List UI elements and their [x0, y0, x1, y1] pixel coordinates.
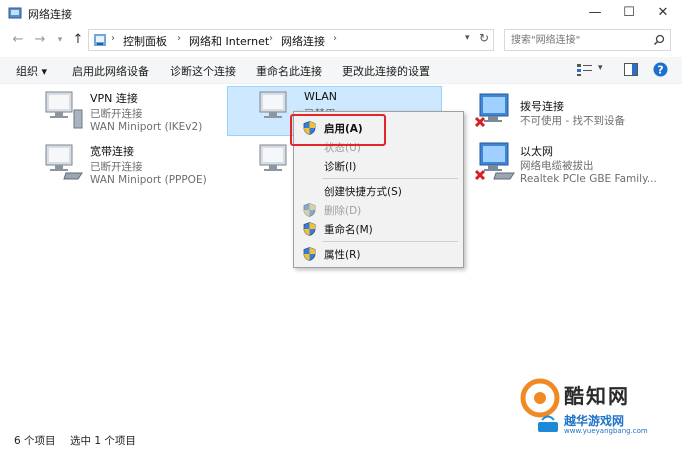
- menu-label: 创建快捷方式(S): [324, 186, 402, 198]
- forward-arrow-icon[interactable]: →: [32, 32, 48, 48]
- breadcrumb-separator: ›: [111, 33, 115, 44]
- uac-shield-icon: [303, 247, 316, 261]
- breadcrumb-control-panel[interactable]: 控制面板: [123, 33, 167, 49]
- view-dropdown-icon[interactable]: ▾: [598, 63, 603, 73]
- connection-status: 不可使用 - 找不到设备: [520, 115, 625, 127]
- title-bar: 网络连接 — ☐ ✕: [0, 0, 682, 26]
- command-bar: 组织 ▾ 启用此网络设备 诊断这个连接 重命名此连接 更改此连接的设置 ▾ ?: [0, 57, 682, 84]
- breadcrumb-network-internet[interactable]: 网络和 Internet: [189, 33, 269, 49]
- menu-item-create-shortcut[interactable]: 创建快捷方式(S): [294, 181, 463, 201]
- connection-item-hidden[interactable]: [258, 141, 294, 185]
- menu-item-properties[interactable]: 属性(R): [294, 244, 463, 264]
- connection-item-vpn[interactable]: VPN 连接 已断开连接 WAN Miniport (IKEv2): [44, 88, 254, 136]
- refresh-icon[interactable]: ↻: [479, 31, 489, 45]
- watermark-router-icon: [538, 415, 558, 432]
- watermark-brand: 酷知网: [564, 384, 630, 408]
- window-title: 网络连接: [28, 8, 72, 21]
- connection-item-broadband[interactable]: 宽带连接 已断开连接 WAN Miniport (PPPOE): [44, 141, 254, 189]
- breadcrumb-network-connections[interactable]: 网络连接: [281, 33, 325, 49]
- menu-label: 诊断(I): [324, 161, 357, 173]
- preview-pane-icon[interactable]: [624, 63, 638, 76]
- help-icon[interactable]: ?: [653, 62, 668, 77]
- address-dropdown-icon[interactable]: ▾: [465, 33, 470, 43]
- connection-item-dialup[interactable]: 拨号连接 不可使用 - 找不到设备: [474, 92, 682, 140]
- connection-item-ethernet[interactable]: 以太网 网络电缆被拔出 Realtek PCIe GBE Family...: [474, 141, 682, 189]
- menu-item-rename[interactable]: 重命名(M): [294, 219, 463, 239]
- rename-connection-button[interactable]: 重命名此连接: [256, 63, 322, 79]
- address-bar[interactable]: › 控制面板 › 网络和 Internet › 网络连接 › ▾ ↻: [88, 29, 494, 51]
- menu-label: 属性(R): [324, 249, 361, 261]
- up-arrow-icon[interactable]: ↑: [70, 32, 86, 48]
- minimize-button[interactable]: —: [578, 0, 612, 26]
- network-folder-icon: [8, 7, 22, 19]
- connection-name: WLAN: [304, 90, 338, 103]
- menu-label: 重命名(M): [324, 224, 373, 236]
- connection-status: 网络电缆被拔出: [520, 160, 594, 172]
- control-panel-icon: [94, 34, 106, 46]
- ethernet-computer-icon: [474, 142, 515, 181]
- connection-status: 已断开连接: [90, 108, 143, 120]
- connection-device: Realtek PCIe GBE Family...: [520, 173, 657, 185]
- breadcrumb-separator: ›: [269, 33, 273, 44]
- watermark: 酷知网 越华游戏网 www.yueyangbang.com: [520, 378, 670, 436]
- uac-shield-icon: [303, 203, 316, 217]
- broadband-computer-icon: [45, 144, 83, 180]
- search-icon[interactable]: [653, 34, 665, 46]
- connection-status: 已断开连接: [90, 161, 143, 173]
- dialup-computer-icon: [474, 93, 509, 128]
- recent-locations-icon[interactable]: ▾: [52, 32, 68, 48]
- connection-name: 拨号连接: [520, 100, 564, 113]
- enable-device-button[interactable]: 启用此网络设备: [72, 63, 149, 79]
- selection-count: 选中 1 个项目: [70, 435, 136, 447]
- menu-label: 删除(D): [324, 205, 362, 217]
- watermark-site-url: www.yueyangbang.com: [564, 427, 648, 435]
- change-settings-button[interactable]: 更改此连接的设置: [342, 63, 430, 79]
- item-count: 6 个项目: [14, 435, 56, 447]
- uac-shield-icon: [303, 222, 316, 236]
- connection-name: 以太网: [520, 145, 553, 158]
- connection-name: VPN 连接: [90, 92, 138, 105]
- diagnose-connection-button[interactable]: 诊断这个连接: [170, 63, 236, 79]
- vpn-computer-icon: [45, 91, 83, 129]
- view-options-icon[interactable]: [577, 64, 593, 76]
- menu-item-diagnose[interactable]: 诊断(I): [294, 156, 463, 176]
- back-arrow-icon[interactable]: ←: [10, 32, 26, 48]
- search-input[interactable]: [509, 32, 653, 48]
- computer-icon: [259, 144, 287, 171]
- organize-menu[interactable]: 组织 ▾: [16, 63, 47, 79]
- maximize-button[interactable]: ☐: [612, 0, 646, 26]
- connection-device: WAN Miniport (PPPOE): [90, 174, 207, 186]
- close-button[interactable]: ✕: [646, 0, 680, 26]
- connection-name: 宽带连接: [90, 145, 134, 158]
- svg-text:?: ?: [657, 64, 663, 77]
- menu-item-delete[interactable]: 删除(D): [294, 200, 463, 220]
- connection-device: WAN Miniport (IKEv2): [90, 121, 203, 133]
- annotation-highlight-box: [290, 114, 386, 146]
- menu-separator: [322, 241, 458, 242]
- breadcrumb-separator: ›: [333, 33, 337, 44]
- search-box[interactable]: [504, 29, 671, 51]
- breadcrumb-separator: ›: [177, 33, 181, 44]
- menu-separator: [322, 178, 458, 179]
